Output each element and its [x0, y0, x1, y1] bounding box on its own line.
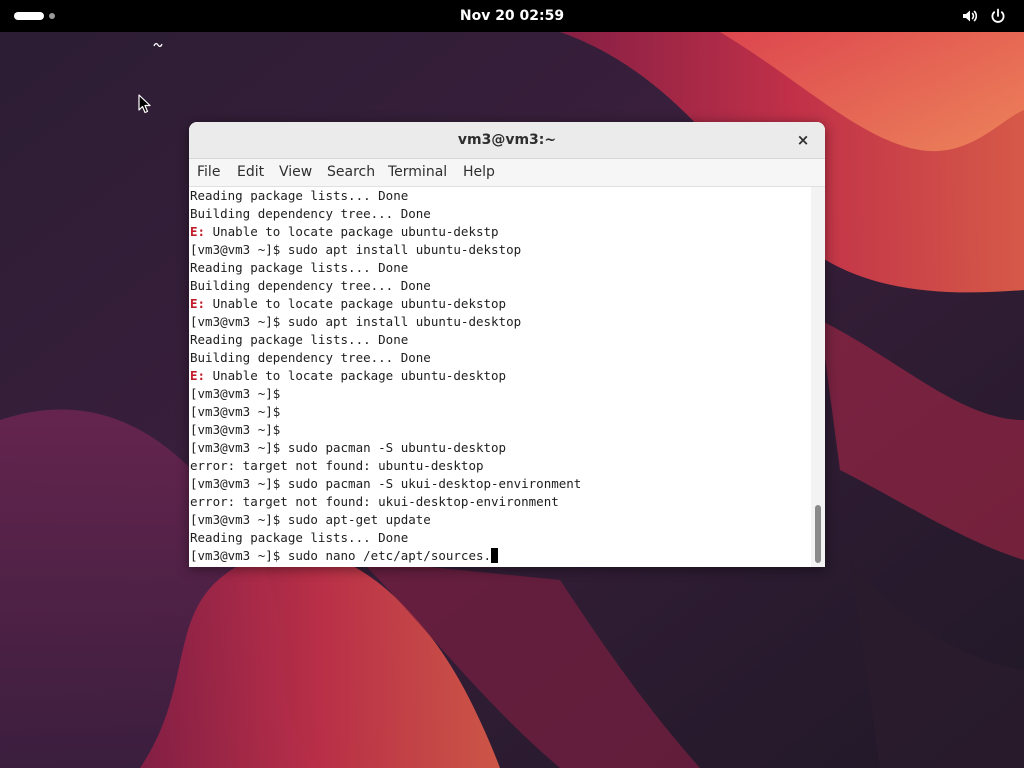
terminal-line-text: Reading package lists... Done — [190, 188, 409, 203]
terminal-line: E: Unable to locate package ubuntu-dekst… — [190, 295, 810, 313]
terminal-line: Reading package lists... Done — [190, 259, 810, 277]
scrollbar-thumb[interactable] — [815, 505, 821, 563]
terminal-line-text: Unable to locate package ubuntu-dekstp — [205, 224, 499, 239]
power-icon[interactable] — [989, 7, 1007, 25]
menu-help[interactable]: Help — [463, 159, 495, 186]
terminal-line: Reading package lists... Done — [190, 529, 810, 547]
terminal-line: Building dependency tree... Done — [190, 349, 810, 367]
terminal-line-text: [vm3@vm3 ~]$ sudo pacman -S ubuntu-deskt… — [190, 440, 507, 455]
activities-indicator[interactable] — [14, 10, 64, 22]
terminal-line-text: Reading package lists... Done — [190, 332, 409, 347]
terminal-line-text: Unable to locate package ubuntu-dekstop — [205, 296, 507, 311]
terminal-output-area[interactable]: Reading package lists... Done Building de… — [189, 187, 811, 567]
terminal-line: [vm3@vm3 ~]$ sudo apt install ubuntu-dek… — [190, 241, 810, 259]
terminal-line: [vm3@vm3 ~]$ sudo pacman -S ubuntu-deskt… — [190, 439, 810, 457]
terminal-line: [vm3@vm3 ~]$ — [190, 421, 810, 439]
mouse-pointer-icon — [138, 94, 151, 114]
terminal-line: error: target not found: ubuntu-desktop — [190, 457, 810, 475]
terminal-line: E: Unable to locate package ubuntu-deskt… — [190, 367, 810, 385]
terminal-line: [vm3@vm3 ~]$ — [190, 385, 810, 403]
close-button[interactable]: × — [793, 130, 813, 150]
terminal-line-text: Building dependency tree... Done — [190, 206, 431, 221]
text-cursor — [491, 548, 499, 563]
terminal-window[interactable]: vm3@vm3:~ × File Edit View Search Termin… — [189, 122, 825, 567]
terminal-prompt-line[interactable]: [vm3@vm3 ~]$ sudo nano /etc/apt/sources. — [190, 547, 810, 565]
terminal-line-text: [vm3@vm3 ~]$ — [190, 422, 281, 437]
terminal-line: Reading package lists... Done — [190, 331, 810, 349]
error-prefix: E: — [190, 296, 206, 311]
terminal-line: Building dependency tree... Done — [190, 205, 810, 223]
window-title: vm3@vm3:~ — [457, 132, 557, 148]
terminal-line: [vm3@vm3 ~]$ sudo apt-get update — [190, 511, 810, 529]
terminal-line: [vm3@vm3 ~]$ sudo pacman -S ukui-desktop… — [190, 475, 810, 493]
terminal-line-text: [vm3@vm3 ~]$ sudo apt install ubuntu-dek… — [190, 242, 522, 257]
terminal-line-text: [vm3@vm3 ~]$ sudo apt-get update — [190, 512, 431, 527]
current-command: [vm3@vm3 ~]$ sudo nano /etc/apt/sources. — [190, 548, 492, 563]
terminal-line-text: Unable to locate package ubuntu-desktop — [205, 368, 507, 383]
desktop: Nov 20 02:59 vm3@vm3:~ × File Edit View … — [0, 0, 1024, 768]
terminal-line: E: Unable to locate package ubuntu-dekst… — [190, 223, 810, 241]
terminal-line: [vm3@vm3 ~]$ — [190, 403, 810, 421]
volume-icon[interactable] — [961, 7, 979, 25]
terminal-line-text: [vm3@vm3 ~]$ — [190, 404, 281, 419]
desktop-artifact-icon — [153, 43, 163, 47]
menu-file[interactable]: File — [197, 159, 220, 186]
terminal-line: Building dependency tree... Done — [190, 277, 810, 295]
terminal-line: Reading package lists... Done — [190, 187, 810, 205]
terminal-line-text: [vm3@vm3 ~]$ sudo apt install ubuntu-des… — [190, 314, 522, 329]
terminal-line-text: [vm3@vm3 ~]$ — [190, 386, 281, 401]
terminal-line-text: Building dependency tree... Done — [190, 278, 431, 293]
terminal-line: [vm3@vm3 ~]$ sudo apt install ubuntu-des… — [190, 313, 810, 331]
error-prefix: E: — [190, 368, 206, 383]
terminal-line-text: error: target not found: ubuntu-desktop — [190, 458, 484, 473]
menu-search[interactable]: Search — [327, 159, 375, 186]
active-workspace-pill — [14, 12, 44, 20]
error-prefix: E: — [190, 224, 206, 239]
top-bar: Nov 20 02:59 — [0, 0, 1024, 32]
workspace-dot — [49, 13, 55, 19]
clock[interactable]: Nov 20 02:59 — [412, 0, 612, 32]
menu-bar: File Edit View Search Terminal Help — [189, 159, 825, 187]
terminal-line-text: Building dependency tree... Done — [190, 350, 431, 365]
window-titlebar[interactable]: vm3@vm3:~ × — [189, 122, 825, 159]
terminal-line-text: Reading package lists... Done — [190, 260, 409, 275]
terminal-line-text: [vm3@vm3 ~]$ sudo pacman -S ukui-desktop… — [190, 476, 582, 491]
menu-view[interactable]: View — [279, 159, 312, 186]
terminal-lines: Reading package lists... Done Building de… — [190, 187, 810, 565]
menu-edit[interactable]: Edit — [237, 159, 264, 186]
terminal-line-text: error: target not found: ukui-desktop-en… — [190, 494, 559, 509]
terminal-line-text: Reading package lists... Done — [190, 530, 409, 545]
menu-terminal[interactable]: Terminal — [388, 159, 447, 186]
terminal-line: error: target not found: ukui-desktop-en… — [190, 493, 810, 511]
terminal-scrollbar[interactable] — [811, 187, 825, 567]
